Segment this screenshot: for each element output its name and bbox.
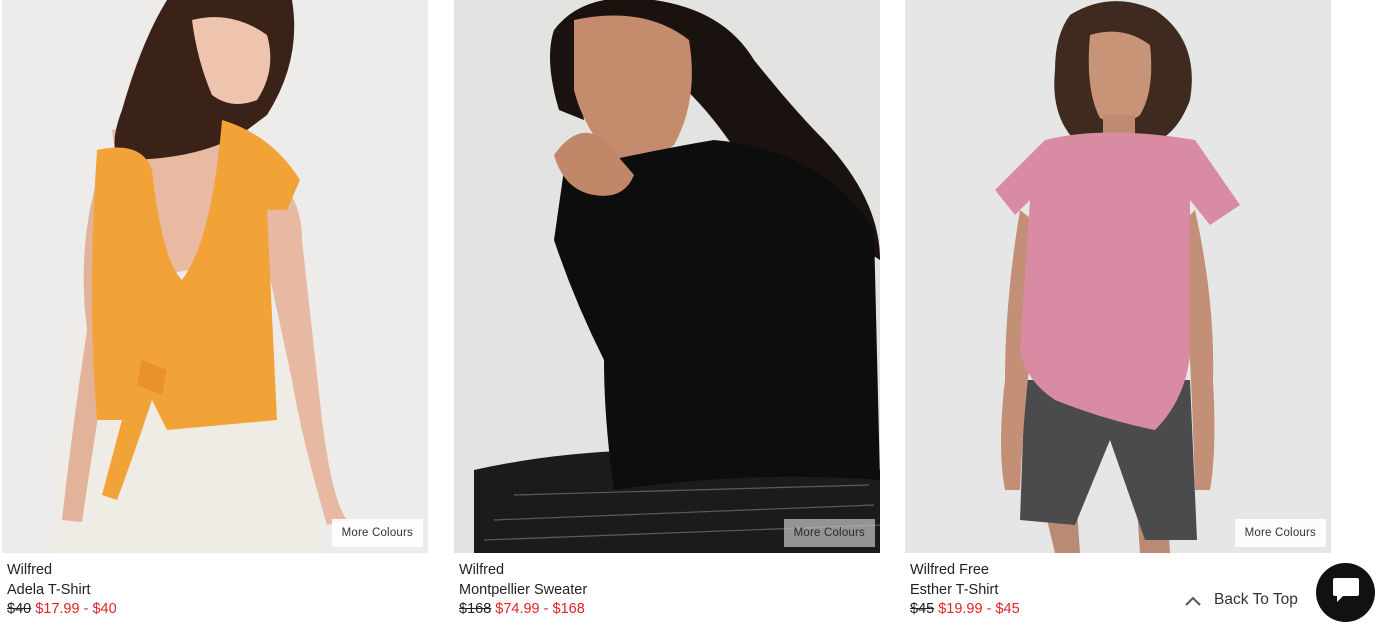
sale-price: $17.99 - $40 [35, 601, 117, 617]
product-image[interactable]: More Colours [905, 0, 1331, 553]
more-colours-badge[interactable]: More Colours [1234, 519, 1326, 547]
product-name[interactable]: Adela T-Shirt [7, 581, 428, 601]
chat-button[interactable] [1316, 563, 1375, 622]
product-image[interactable]: More Colours [454, 0, 880, 553]
original-price: $168 [459, 601, 492, 617]
chat-bubble-icon [1331, 575, 1361, 610]
product-grid: More Colours Wilfred Adela T-Shirt $40 $1… [0, 0, 1381, 640]
back-to-top-button[interactable]: Back To Top [1184, 588, 1298, 612]
product-brand[interactable]: Wilfred Free [910, 561, 1331, 581]
product-image[interactable]: More Colours [2, 0, 428, 553]
product-brand[interactable]: Wilfred [459, 561, 880, 581]
product-info: Wilfred Adela T-Shirt $40 $17.99 - $40 [2, 553, 428, 620]
sale-price: $19.99 - $45 [938, 601, 1020, 617]
product-card: More Colours Wilfred Montpellier Sweater… [454, 0, 880, 620]
back-to-top-label: Back To Top [1214, 591, 1298, 608]
product-card: More Colours Wilfred Free Esther T-Shirt… [905, 0, 1331, 620]
more-colours-badge[interactable]: More Colours [783, 519, 875, 547]
original-price: $45 [910, 601, 935, 617]
more-colours-badge[interactable]: More Colours [331, 519, 423, 547]
sale-price: $74.99 - $168 [495, 601, 585, 617]
product-price: $168 $74.99 - $168 [459, 600, 880, 620]
product-info: Wilfred Montpellier Sweater $168 $74.99 -… [454, 553, 880, 620]
product-card: More Colours Wilfred Adela T-Shirt $40 $1… [2, 0, 428, 620]
original-price: $40 [7, 601, 32, 617]
product-price: $40 $17.99 - $40 [7, 600, 428, 620]
product-brand[interactable]: Wilfred [7, 561, 428, 581]
product-name[interactable]: Montpellier Sweater [459, 581, 880, 601]
chevron-up-icon [1184, 594, 1202, 606]
